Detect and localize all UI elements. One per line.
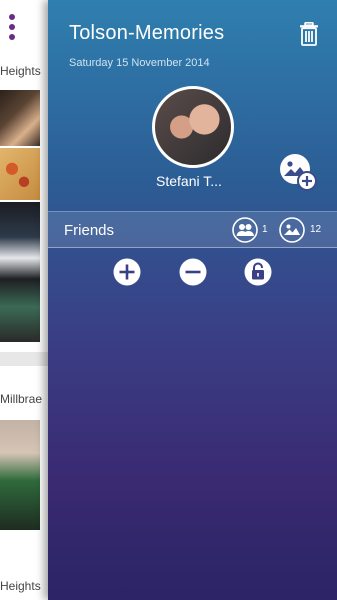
group-icon[interactable] — [232, 217, 258, 243]
memory-drawer: Tolson-Memories Saturday 15 November 201… — [48, 0, 337, 600]
friends-bar[interactable]: Friends 1 12 — [48, 211, 337, 248]
feed-location-label: Heights — [0, 579, 41, 593]
feed-panel: Heights Millbrae Heights — [0, 0, 48, 600]
friends-count: 1 — [262, 224, 268, 235]
drawer-date: Saturday 15 November 2014 — [69, 57, 210, 69]
trash-icon[interactable] — [299, 22, 319, 46]
feed-location-label: Heights — [0, 64, 41, 78]
feed-photo[interactable] — [0, 90, 40, 146]
member-name: Stefani T... — [156, 173, 222, 189]
feed-divider — [0, 352, 48, 366]
feed-photo[interactable] — [0, 148, 40, 200]
photos-count: 12 — [310, 224, 322, 235]
menu-icon[interactable] — [8, 14, 16, 42]
remove-member-button[interactable] — [179, 258, 207, 286]
photo-icon[interactable] — [279, 217, 305, 243]
avatar[interactable] — [152, 86, 234, 168]
drawer-title: Tolson-Memories — [69, 22, 225, 44]
feed-photo[interactable] — [0, 420, 40, 530]
unlock-icon[interactable] — [244, 258, 272, 286]
feed-location-label: Millbrae — [0, 392, 43, 406]
add-photo-icon[interactable] — [278, 152, 318, 192]
add-member-button[interactable] — [113, 258, 141, 286]
feed-photo[interactable] — [0, 202, 40, 342]
friends-label: Friends — [64, 222, 115, 239]
